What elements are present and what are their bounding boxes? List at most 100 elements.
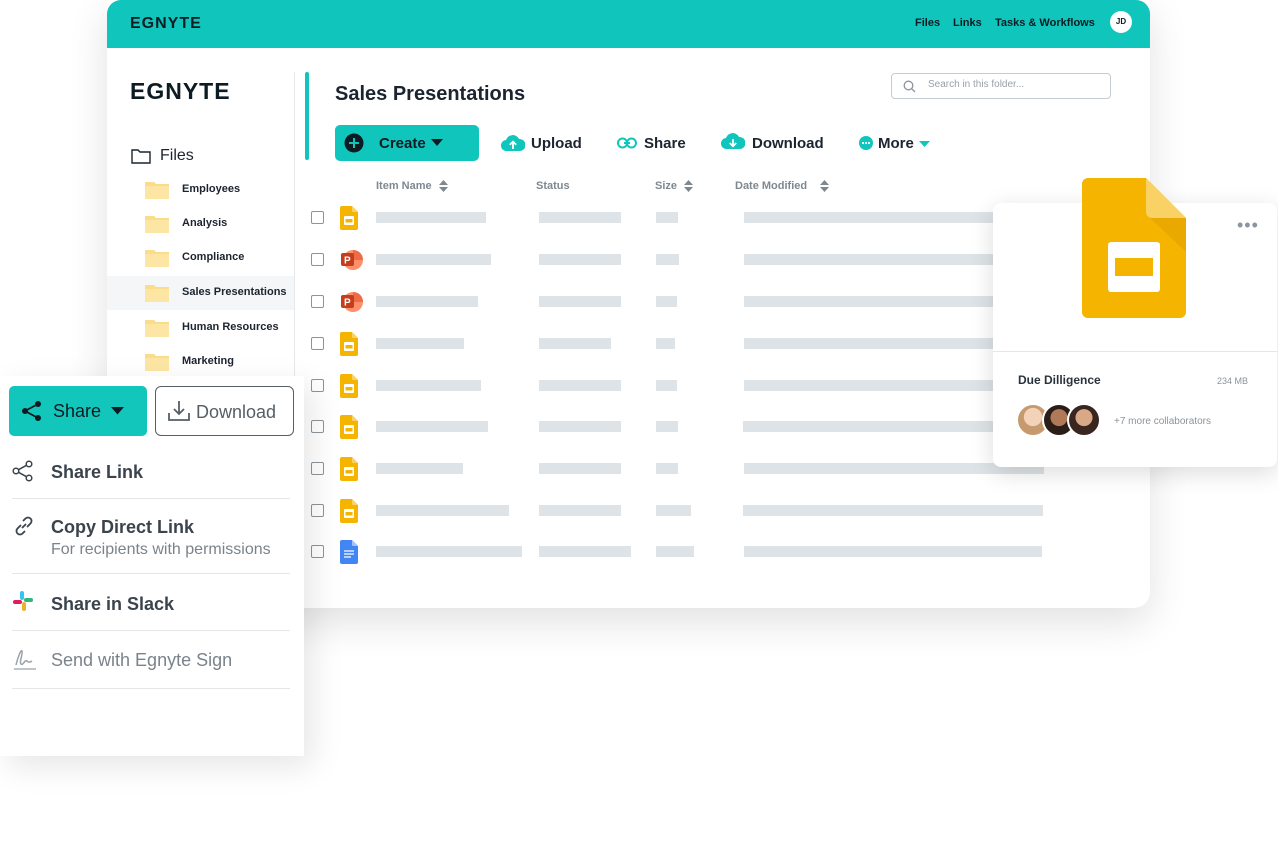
menu-separator [12,630,290,631]
folder-label: Compliance [182,251,245,263]
folder-icon [145,354,169,371]
google-docs-icon [340,540,358,569]
row-checkbox[interactable] [311,420,324,433]
column-status[interactable]: Status [536,180,570,192]
google-slides-icon [340,374,358,403]
create-button[interactable]: Create [335,125,479,161]
placeholder-bar [656,212,678,223]
egnyte-logo[interactable]: EGNYTE [130,15,202,33]
placeholder-bar [539,505,621,516]
menu-item-share-in-slack[interactable]: Share in Slack [12,588,290,620]
table-row[interactable] [307,496,1150,526]
more-collaborators-text[interactable]: +7 more collaborators [1114,416,1211,427]
menu-separator [12,573,290,574]
menu-item-sublabel: For recipients with permissions [51,541,271,558]
page-title: Sales Presentations [335,83,526,105]
sort-icon [684,180,694,193]
slack-icon [13,591,33,611]
nav-links[interactable]: Links [953,17,982,29]
sidebar-folder-human-resources[interactable]: Human Resources [107,311,294,345]
sidebar-folder-sales-presentations[interactable]: Sales Presentations [107,276,294,310]
more-dots-circle-icon [859,136,873,150]
download-button[interactable]: Download [155,386,294,436]
folder-label: Human Resources [182,321,279,333]
user-avatar[interactable]: JD [1110,11,1132,33]
menu-item-share-link[interactable]: Share Link [12,456,290,492]
placeholder-bar [656,421,678,432]
share-toolbar-button[interactable]: Share [617,131,697,155]
sidebar-folder-analysis[interactable]: Analysis [107,207,294,241]
card-menu-dots-icon[interactable]: ••• [1237,215,1259,236]
caret-down-icon [919,141,930,147]
placeholder-bar [744,338,994,349]
download-toolbar-button[interactable]: Download [721,131,831,155]
collaborator-avatar[interactable] [1067,403,1101,437]
menu-item-copy-direct-link[interactable]: Copy Direct Link For recipients with per… [12,512,290,564]
link-chain-icon [15,516,33,536]
sort-icon [820,180,830,193]
share-button-label: Share [53,401,102,421]
menu-item-label: Send with Egnyte Sign [51,650,233,670]
google-slides-icon [340,332,358,361]
sidebar-folder-employees[interactable]: Employees [107,173,294,207]
placeholder-bar [539,463,621,474]
placeholder-bar [539,380,621,391]
placeholder-bar [743,421,993,432]
share-nodes-icon [12,460,33,482]
column-label: Date Modified [735,180,808,192]
placeholder-bar [376,338,464,349]
folder-label: Marketing [182,355,234,367]
placeholder-bar [539,296,621,307]
top-navigation-bar: EGNYTE Files Links Tasks & Workflows JD [107,0,1150,48]
row-checkbox[interactable] [311,462,324,475]
placeholder-bar [744,380,994,391]
placeholder-bar [376,505,509,516]
column-label: Item Name [376,180,432,192]
sidebar-logo: EGNYTE [130,78,231,104]
row-checkbox[interactable] [311,545,324,558]
menu-item-label: Share Link [51,462,144,482]
placeholder-bar [376,463,463,474]
row-checkbox[interactable] [311,379,324,392]
nav-tasks-workflows[interactable]: Tasks & Workflows [995,17,1095,29]
menu-item-label: Copy Direct Link [51,517,195,537]
files-label: Files [160,147,194,164]
placeholder-bar [656,380,677,391]
placeholder-bar [656,505,691,516]
more-button[interactable]: More [859,131,939,155]
signature-icon [14,649,36,670]
share-dropdown-button[interactable]: Share [9,386,147,436]
cloud-upload-icon [501,135,525,152]
upload-label: Upload [531,135,582,152]
share-nodes-icon [22,401,41,421]
row-checkbox[interactable] [311,504,324,517]
row-checkbox[interactable] [311,295,324,308]
placeholder-bar [744,546,1042,557]
row-checkbox[interactable] [311,253,324,266]
plus-circle-icon [344,133,364,153]
column-size[interactable]: Size [655,180,694,193]
placeholder-bar [376,421,488,432]
column-item-name[interactable]: Item Name [376,180,448,193]
folder-outline-icon [131,149,151,164]
google-slides-icon [340,499,358,528]
sidebar-folder-compliance[interactable]: Compliance [107,241,294,275]
folder-label: Analysis [182,217,228,229]
row-checkbox[interactable] [311,211,324,224]
search-input[interactable] [926,78,1105,91]
link-icon [617,137,637,149]
download-toolbar-label: Download [752,135,824,152]
nav-files[interactable]: Files [915,17,940,29]
column-date-modified[interactable]: Date Modified [735,180,830,193]
upload-button[interactable]: Upload [501,131,582,155]
sidebar-folder-marketing[interactable]: Marketing [107,345,294,379]
folder-icon [145,182,169,199]
row-checkbox[interactable] [311,337,324,350]
menu-item-send-with-egnyte-sign[interactable]: Send with Egnyte Sign [12,644,290,676]
powerpoint-icon: P [340,248,364,277]
placeholder-bar [539,254,621,265]
table-row[interactable] [307,537,1150,567]
column-label: Size [655,180,678,192]
folder-search-box[interactable] [891,73,1111,99]
placeholder-bar [376,380,481,391]
